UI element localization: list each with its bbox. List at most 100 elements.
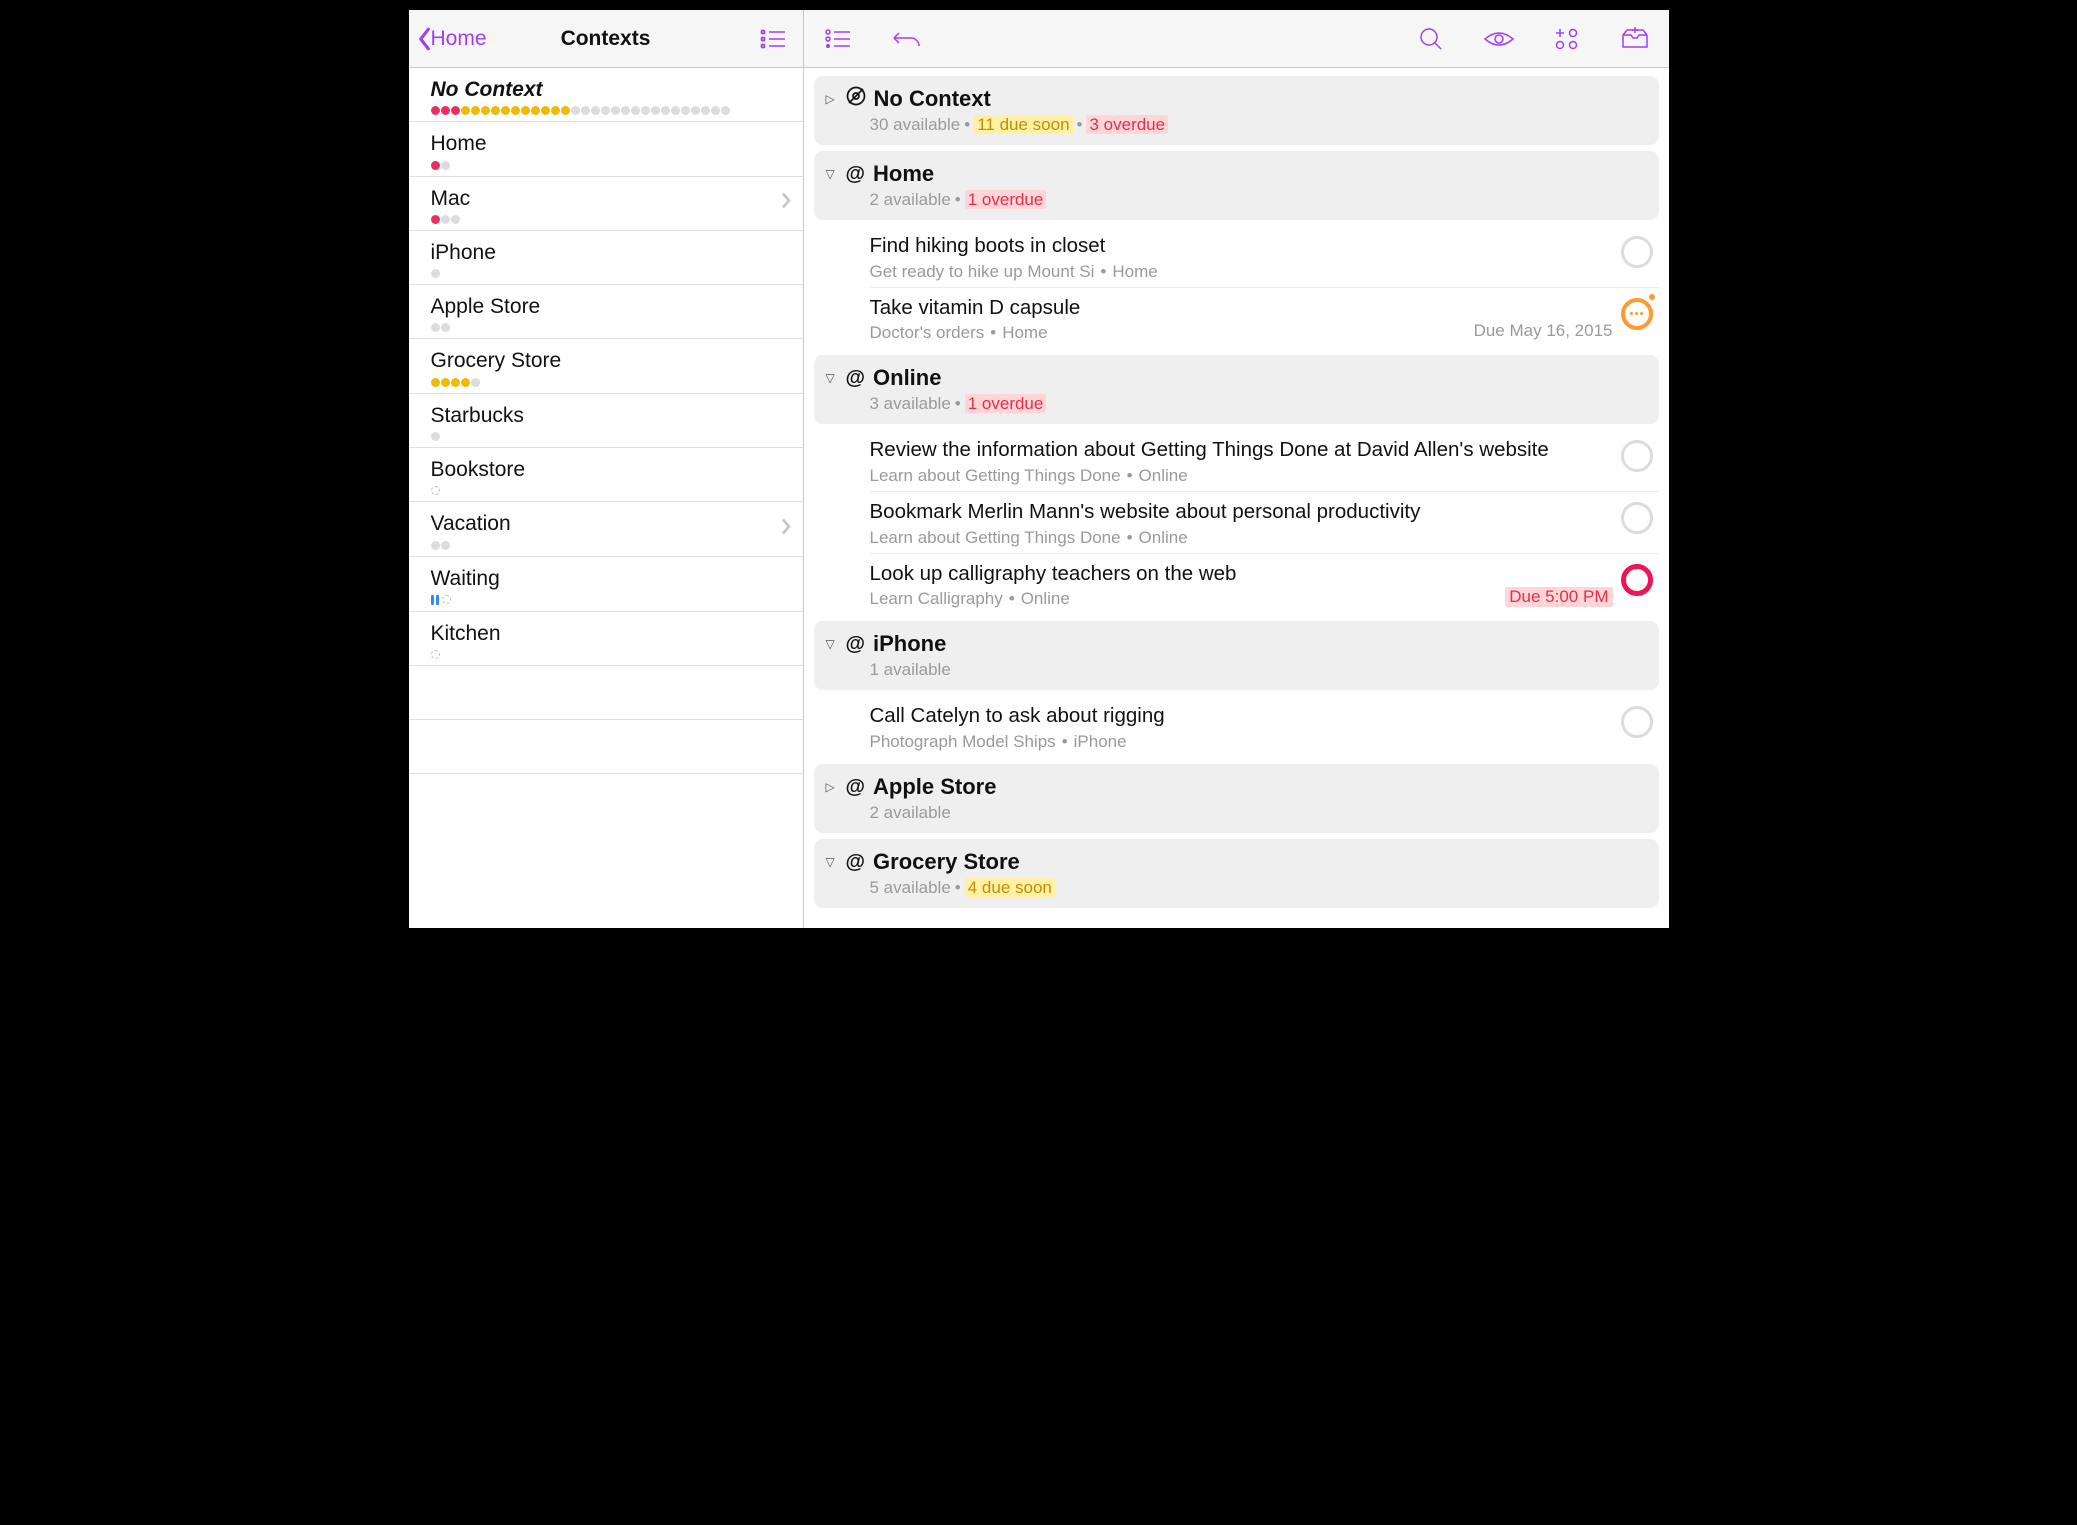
sidebar-context-row[interactable]: Waiting bbox=[409, 557, 803, 612]
sidebar-list-settings-icon[interactable] bbox=[753, 19, 793, 59]
task-row[interactable]: Take vitamin D capsuleDoctor's orders•Ho… bbox=[814, 288, 1659, 350]
dot bbox=[451, 215, 460, 224]
sidebar-context-row[interactable]: Vacation bbox=[409, 502, 803, 556]
task-row[interactable]: Look up calligraphy teachers on the webL… bbox=[814, 554, 1659, 616]
dot bbox=[681, 106, 690, 115]
disclosure-triangle-icon[interactable]: ▷ bbox=[826, 780, 838, 794]
sidebar-context-row[interactable]: iPhone bbox=[409, 231, 803, 285]
task-status-circle[interactable] bbox=[1621, 440, 1653, 472]
context-dots bbox=[431, 650, 787, 659]
group-title: iPhone bbox=[873, 631, 946, 657]
group-summary: 1 available bbox=[870, 660, 1645, 680]
disclosure-triangle-icon[interactable]: ▽ bbox=[826, 167, 838, 181]
disclosure-triangle-icon[interactable]: ▷ bbox=[826, 92, 838, 106]
task-status-circle[interactable] bbox=[1621, 564, 1653, 596]
context-dots bbox=[431, 378, 787, 387]
pause-icon bbox=[431, 595, 441, 605]
context-name: Apple Store bbox=[431, 293, 787, 320]
task-title: Take vitamin D capsule bbox=[870, 294, 1462, 322]
back-button[interactable]: Home bbox=[409, 27, 497, 51]
dot bbox=[431, 161, 440, 170]
context-name: Kitchen bbox=[431, 620, 787, 647]
context-dots bbox=[431, 432, 787, 441]
dot bbox=[591, 106, 600, 115]
group-header[interactable]: ▽ @ iPhone 1 available bbox=[814, 621, 1659, 690]
sidebar-context-row[interactable]: Bookstore bbox=[409, 448, 803, 502]
sidebar-context-row[interactable]: No Context bbox=[409, 68, 803, 122]
dot bbox=[581, 106, 590, 115]
group-header[interactable]: ▽@Grocery Store5 available•4 due soon bbox=[814, 839, 1659, 908]
list-settings-icon[interactable] bbox=[818, 19, 858, 59]
dot bbox=[561, 106, 570, 115]
at-icon: @ bbox=[846, 633, 866, 656]
task-status-circle[interactable] bbox=[1621, 236, 1653, 268]
context-name: No Context bbox=[431, 76, 787, 103]
task-status-circle[interactable] bbox=[1621, 706, 1653, 738]
dot bbox=[651, 106, 660, 115]
task-row[interactable]: Call Catelyn to ask about riggingPhotogr… bbox=[814, 696, 1659, 758]
dot bbox=[441, 378, 450, 387]
dot bbox=[471, 378, 480, 387]
context-dots bbox=[431, 215, 787, 224]
overdue-badge: 1 overdue bbox=[965, 394, 1047, 413]
sidebar-context-row[interactable]: Mac bbox=[409, 177, 803, 231]
task-row[interactable]: Review the information about Getting Thi… bbox=[814, 430, 1659, 492]
inbox-icon[interactable] bbox=[1615, 19, 1655, 59]
overdue-badge: 1 overdue bbox=[965, 190, 1047, 209]
group-title: Home bbox=[873, 161, 934, 187]
dot bbox=[641, 106, 650, 115]
dot bbox=[441, 215, 450, 224]
sidebar-context-row[interactable]: Starbucks bbox=[409, 394, 803, 448]
dot bbox=[511, 106, 520, 115]
task-row[interactable]: Find hiking boots in closetGet ready to … bbox=[814, 226, 1659, 288]
toolbar: Home Contexts bbox=[409, 10, 1669, 68]
group-header[interactable]: ▷No Context30 available•11 due soon•3 ov… bbox=[814, 76, 1659, 145]
undo-icon[interactable] bbox=[886, 19, 926, 59]
dot bbox=[461, 378, 470, 387]
dot bbox=[661, 106, 670, 115]
sidebar-context-row[interactable]: Kitchen bbox=[409, 612, 803, 666]
task-row[interactable]: Bookmark Merlin Mann's website about per… bbox=[814, 492, 1659, 554]
dot bbox=[691, 106, 700, 115]
context-dots bbox=[431, 106, 787, 115]
context-name: Mac bbox=[431, 185, 787, 212]
dot bbox=[431, 215, 440, 224]
search-icon[interactable] bbox=[1411, 19, 1451, 59]
dot bbox=[431, 106, 440, 115]
at-icon: @ bbox=[846, 776, 866, 799]
dot bbox=[481, 106, 490, 115]
dot bbox=[431, 432, 440, 441]
disclosure-triangle-icon[interactable]: ▽ bbox=[826, 855, 838, 869]
sidebar-context-row[interactable]: Apple Store bbox=[409, 285, 803, 339]
group-header[interactable]: ▽@Online3 available•1 overdue bbox=[814, 355, 1659, 424]
sidebar-context-row[interactable]: Home bbox=[409, 122, 803, 176]
group-summary: 5 available•4 due soon bbox=[870, 878, 1645, 898]
group-header[interactable]: ▷@Apple Store2 available bbox=[814, 764, 1659, 833]
dot bbox=[442, 595, 451, 604]
due-soon-badge: 11 due soon bbox=[974, 115, 1072, 134]
context-name: Bookstore bbox=[431, 456, 787, 483]
task-subtitle: Learn Calligraphy•Online bbox=[870, 589, 1494, 609]
disclosure-triangle-icon[interactable]: ▽ bbox=[826, 371, 838, 385]
dot bbox=[601, 106, 610, 115]
no-context-icon bbox=[846, 86, 866, 112]
empty-row bbox=[409, 666, 803, 720]
group-header[interactable]: ▽@Home2 available•1 overdue bbox=[814, 151, 1659, 220]
dot bbox=[621, 106, 630, 115]
task-due: Due May 16, 2015 bbox=[1474, 321, 1613, 341]
task-subtitle: Learn about Getting Things Done•Online bbox=[870, 466, 1609, 486]
dot bbox=[461, 106, 470, 115]
add-item-icon[interactable] bbox=[1547, 19, 1587, 59]
dot bbox=[431, 486, 440, 495]
task-status-circle[interactable] bbox=[1621, 298, 1653, 330]
task-subtitle: Doctor's orders•Home bbox=[870, 323, 1462, 343]
dot bbox=[471, 106, 480, 115]
disclosure-triangle-icon[interactable]: ▽ bbox=[826, 637, 838, 651]
sidebar-context-row[interactable]: Grocery Store bbox=[409, 339, 803, 393]
view-options-icon[interactable] bbox=[1479, 19, 1519, 59]
dot bbox=[611, 106, 620, 115]
sidebar: No Context Home Mac iPhone Apple Store Grocer… bbox=[409, 68, 804, 928]
dot bbox=[451, 106, 460, 115]
task-status-circle[interactable] bbox=[1621, 502, 1653, 534]
dot bbox=[701, 106, 710, 115]
